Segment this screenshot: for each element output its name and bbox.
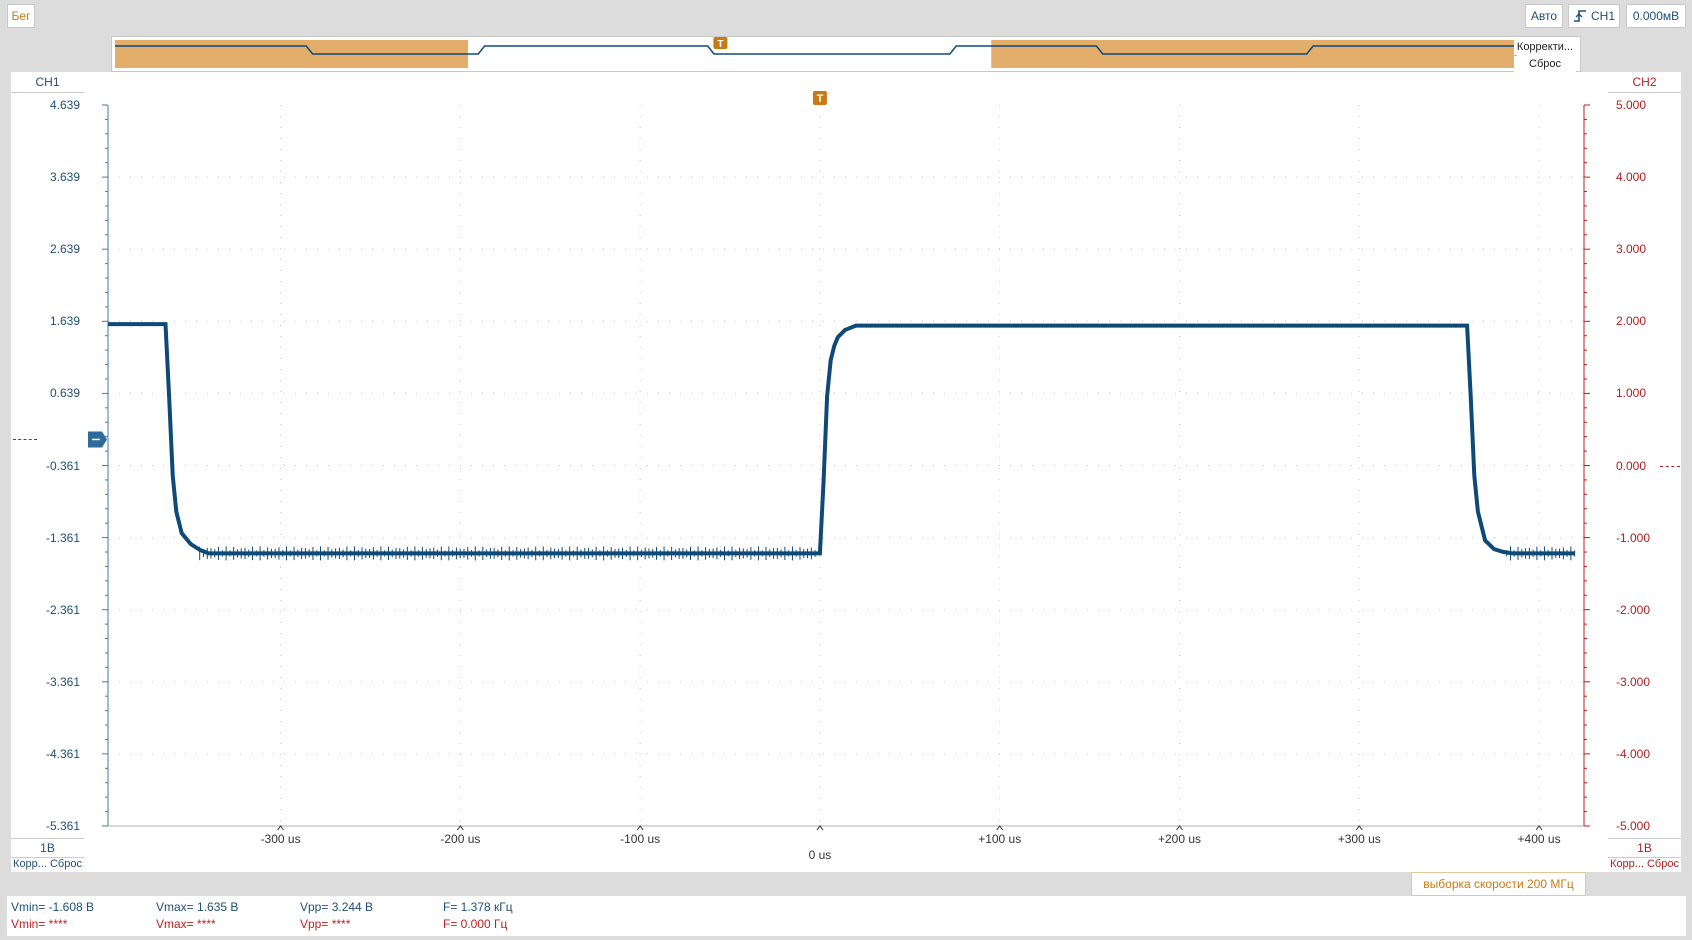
ch1-label[interactable]: CH1: [11, 72, 84, 93]
trigger-mode-button[interactable]: Авто: [1525, 4, 1563, 28]
ch1-tick-label: 3.639: [49, 170, 80, 185]
time-tick-mark: [636, 825, 644, 831]
ch1-axis-panel: CH1 1В Корр... Сброс 4.639 3.639 2.639 1.63…: [11, 72, 84, 872]
ch1-tick-label: 0.639: [49, 386, 80, 401]
ch2-auto-button[interactable]: Корр...: [1610, 858, 1644, 870]
time-tick-mark: [456, 825, 464, 831]
time-tick-label: 0 us: [809, 848, 832, 862]
ch2-offset-marker[interactable]: [1660, 465, 1680, 467]
ch1-vpp: Vpp= 3.244 В: [300, 900, 374, 914]
ch1-tick-label: 1.639: [49, 314, 80, 329]
ch2-tick-label: 2.000: [1616, 314, 1647, 329]
waveform-overview[interactable]: T Корректи... Сброс: [111, 36, 1581, 72]
time-tick-label: +300 us: [1338, 832, 1381, 846]
rising-edge-icon: [1573, 10, 1586, 22]
ch1-tick-label: -5.361: [45, 819, 80, 833]
ch2-tick-label: -3.000: [1616, 674, 1651, 689]
ch2-tick-label: 3.000: [1616, 242, 1647, 257]
time-tick-mark: [1176, 825, 1183, 831]
ch1-vmin: Vmin= -1.608 В: [11, 900, 95, 914]
ch1-tick-label: -0.361: [45, 458, 80, 473]
time-tick-label: +100 us: [978, 832, 1021, 846]
ch2-reset-button[interactable]: Сброс: [1647, 858, 1679, 870]
ch2-tick-label: 0.000: [1616, 458, 1647, 473]
waveform-plot[interactable]: -300 us -200 us -100 us 0 us +100 us +200 us +…: [84, 72, 1608, 872]
ch2-label[interactable]: CH2: [1608, 72, 1681, 93]
plot-area[interactable]: -300 us -200 us -100 us 0 us +100 us +200 us +…: [84, 72, 1608, 872]
ch2-axis-panel: CH2 1В Корр... Сброс 5.000 4.000 3.000 2.00…: [1608, 72, 1681, 872]
time-tick-mark: [816, 825, 824, 831]
ch1-scale[interactable]: 1В: [11, 838, 84, 858]
ch2-frequency: F= 0.000 Гц: [443, 917, 508, 931]
measurements-panel: Vmin= -1.608 В Vmax= 1.635 В Vpp= 3.244 …: [7, 896, 1686, 936]
ch2-tick-label: -4.000: [1616, 746, 1651, 761]
ch2-tick-label: 5.000: [1616, 98, 1647, 112]
ch1-auto-button[interactable]: Корр...: [13, 858, 47, 870]
sample-rate-label: выборка скорости 200 МГц: [1411, 872, 1586, 896]
ch1-vmax: Vmax= 1.635 В: [156, 900, 239, 914]
trigger-source-button[interactable]: CH1: [1568, 4, 1620, 28]
ch2-scale[interactable]: 1В: [1608, 838, 1681, 858]
trigger-source-label: CH1: [1590, 9, 1615, 23]
overview-zoom-button[interactable]: Корректи...: [1514, 39, 1576, 55]
overview-reset-button[interactable]: Сброс: [1514, 56, 1576, 72]
ch2-vmin: Vmin= ****: [11, 917, 68, 931]
overview-waveform: T: [115, 37, 1517, 68]
run-button[interactable]: Бег: [7, 4, 35, 28]
ch1-tick-label: -1.361: [45, 530, 80, 545]
time-tick-label: -200 us: [440, 832, 480, 846]
overview-trigger-glyph: T: [717, 39, 723, 50]
time-tick-label: +200 us: [1158, 832, 1201, 846]
ch2-tick-label: 4.000: [1616, 170, 1647, 185]
time-tick-mark: [277, 825, 284, 831]
ch2-tick-label: -5.000: [1616, 819, 1651, 833]
time-tick-label: -100 us: [620, 832, 660, 846]
ch1-tick-label: -4.361: [45, 746, 80, 761]
ch1-tick-label: -2.361: [45, 602, 80, 617]
ch1-frequency: F= 1.378 кГц: [443, 900, 513, 914]
time-tick-mark: [996, 825, 1004, 831]
trigger-level-button[interactable]: 0.000мВ: [1626, 4, 1686, 28]
ch2-tick-label: -1.000: [1616, 530, 1651, 545]
time-tick-label: +400 us: [1518, 832, 1561, 846]
ch1-reset-button[interactable]: Сброс: [50, 858, 82, 870]
ch1-offset-marker[interactable]: [13, 439, 37, 441]
time-tick-label: -300 us: [261, 832, 301, 846]
ch2-tick-label: -2.000: [1616, 602, 1651, 617]
trigger-position-glyph: T: [817, 93, 824, 105]
ch1-tick-label: 2.639: [49, 242, 80, 257]
ch1-tick-label: -3.361: [45, 674, 80, 689]
time-tick-mark: [1355, 825, 1363, 831]
ch2-vpp: Vpp= ****: [300, 917, 351, 931]
ch2-vmax: Vmax= ****: [156, 917, 216, 931]
ch1-tick-label: 4.639: [49, 98, 80, 112]
ch2-tick-label: 1.000: [1616, 386, 1647, 401]
time-tick-mark: [1535, 825, 1543, 831]
